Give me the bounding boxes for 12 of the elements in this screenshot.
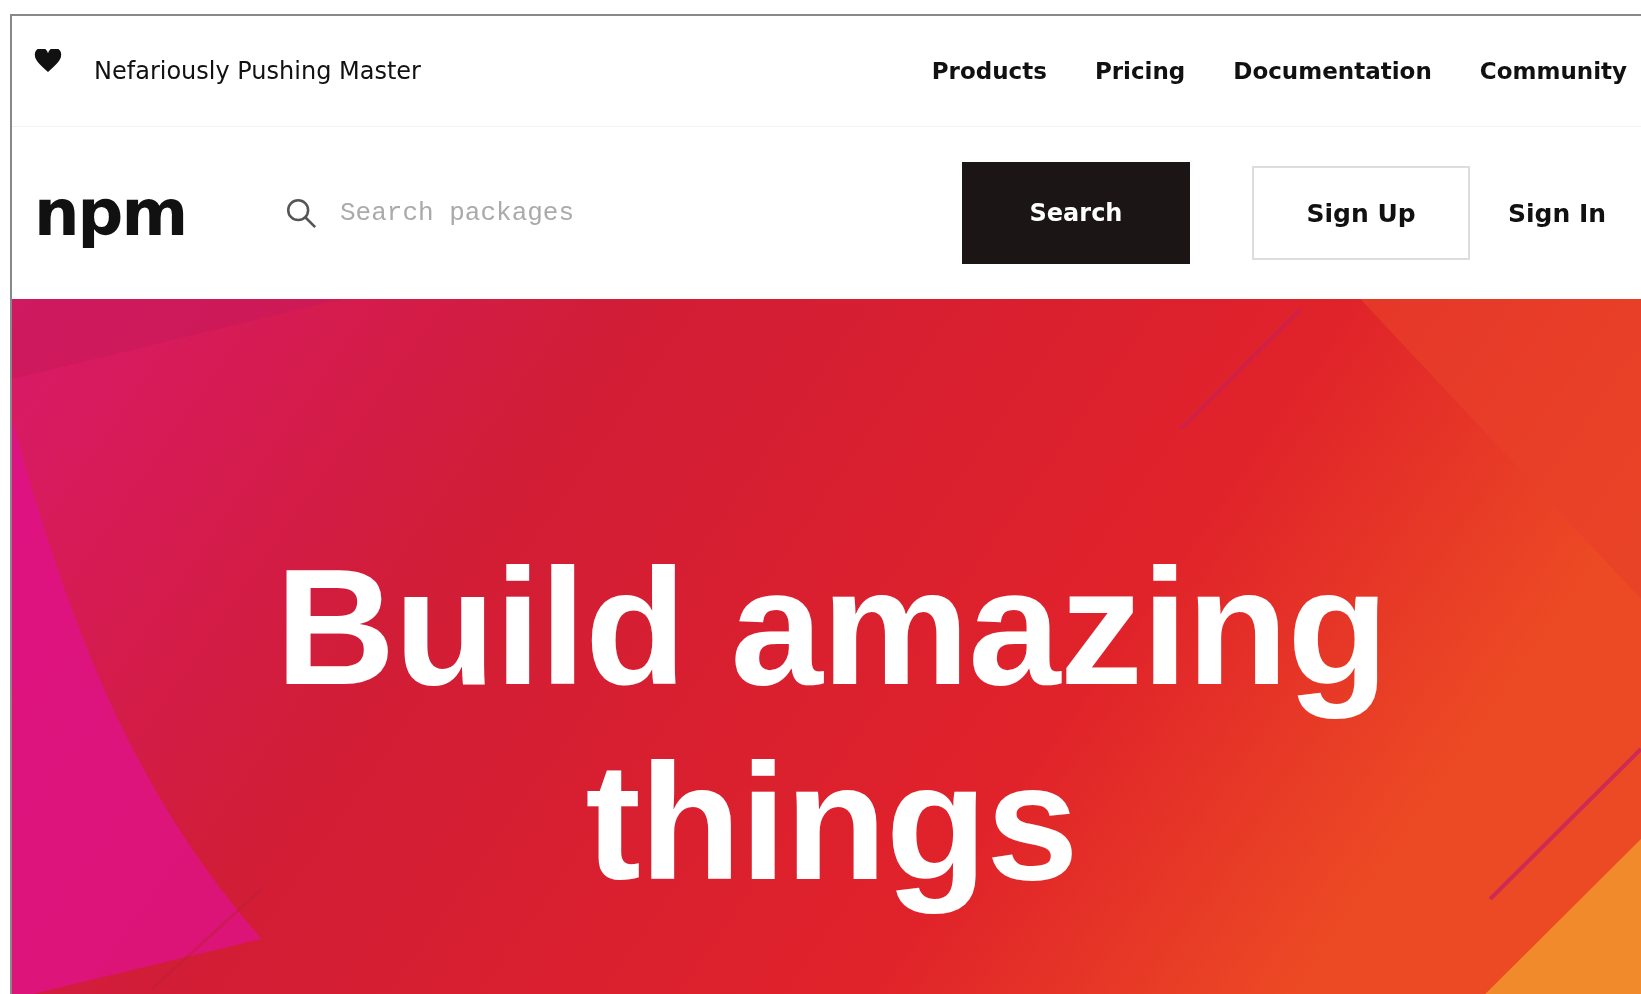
sign-in-link[interactable]: Sign In [1508, 198, 1607, 228]
search-icon [284, 196, 318, 230]
heart-icon [34, 49, 62, 73]
sign-up-button[interactable]: Sign Up [1252, 166, 1470, 260]
nav-link[interactable]: Community [1479, 58, 1627, 84]
search-button[interactable]: Search [962, 162, 1190, 264]
hero-headline: Build amazing things [275, 533, 1388, 916]
nav-link[interactable]: Pricing [1094, 58, 1186, 84]
nav-link[interactable]: Products [931, 58, 1047, 84]
tagline-text: Nefariously Pushing Master [94, 57, 421, 85]
nav-link[interactable]: Documentation [1233, 58, 1432, 84]
search-field[interactable]: Search packages [338, 197, 962, 229]
